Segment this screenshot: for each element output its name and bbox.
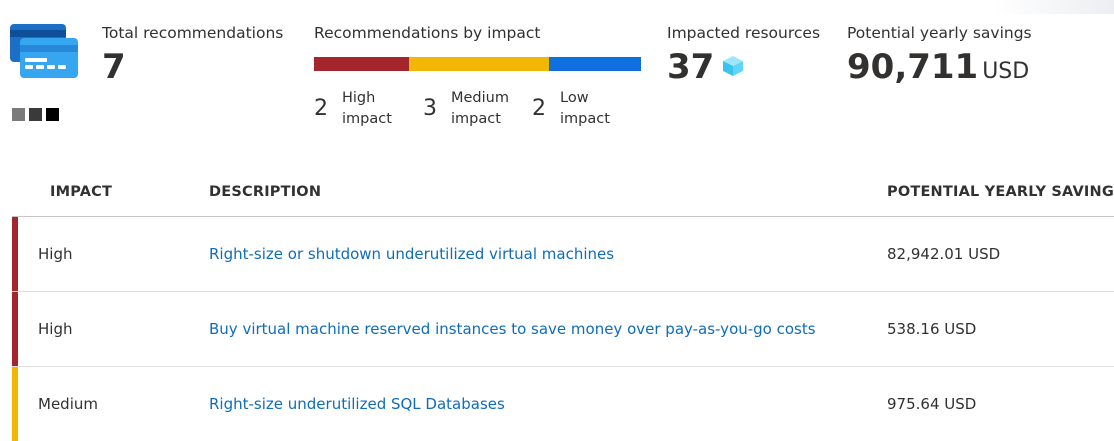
impact-bar-medium <box>408 57 550 71</box>
low-impact-label: Low impact <box>560 90 610 127</box>
row-savings: 538.16 USD <box>887 320 977 338</box>
impact-distribution-bar <box>314 57 641 71</box>
row-impact: Medium <box>38 395 98 413</box>
savings-amount: 90,711 <box>847 47 979 87</box>
column-header-impact[interactable]: IMPACT <box>50 184 112 200</box>
low-impact-count: 2 <box>532 96 546 121</box>
recommendation-link[interactable]: Right-size underutilized SQL Databases <box>209 395 505 413</box>
high-impact-label: High impact <box>342 90 392 127</box>
table-row[interactable]: Medium Right-size underutilized SQL Data… <box>12 367 1114 441</box>
table-header: IMPACT DESCRIPTION POTENTIAL YEARLY SAVI… <box>12 170 1114 217</box>
potential-savings-value: 90,711 USD <box>847 48 1029 91</box>
total-recommendations-value: 7 <box>102 47 126 87</box>
potential-savings-label: Potential yearly savings <box>847 24 1032 42</box>
row-impact: High <box>38 245 73 263</box>
recommendation-link[interactable]: Right-size or shutdown underutilized vir… <box>209 245 614 263</box>
high-impact-count: 2 <box>314 96 328 121</box>
impacted-resources-value: 37 <box>667 47 715 87</box>
medium-impact-label: Medium impact <box>451 90 509 127</box>
row-savings: 975.64 USD <box>887 395 977 413</box>
credit-card-stack-icon <box>10 24 78 78</box>
impact-bar-low <box>549 57 641 71</box>
impact-stripe <box>12 217 18 291</box>
table-row[interactable]: High Right-size or shutdown underutilize… <box>12 217 1114 292</box>
impact-stripe <box>12 292 18 366</box>
recommendation-link[interactable]: Buy virtual machine reserved instances t… <box>209 320 816 338</box>
table-row[interactable]: High Buy virtual machine reserved instan… <box>12 292 1114 367</box>
savings-unit: USD <box>982 59 1030 84</box>
recommendations-table: IMPACT DESCRIPTION POTENTIAL YEARLY SAVI… <box>12 170 1114 441</box>
color-squares-icon <box>12 108 59 121</box>
impact-stripe <box>12 367 18 441</box>
row-impact: High <box>38 320 73 338</box>
column-header-savings[interactable]: POTENTIAL YEARLY SAVINGS* <box>887 184 1114 200</box>
cube-icon <box>723 56 743 76</box>
impacted-resources-label: Impacted resources <box>667 24 821 42</box>
column-header-description[interactable]: DESCRIPTION <box>209 184 321 200</box>
impact-bar-high <box>314 57 409 71</box>
advisor-cost-summary: Total recommendations 7 Recommendations … <box>0 0 1114 150</box>
row-savings: 82,942.01 USD <box>887 245 1001 263</box>
recommendations-by-impact-label: Recommendations by impact <box>314 24 541 42</box>
total-recommendations-label: Total recommendations <box>102 24 284 42</box>
medium-impact-count: 3 <box>423 96 437 121</box>
